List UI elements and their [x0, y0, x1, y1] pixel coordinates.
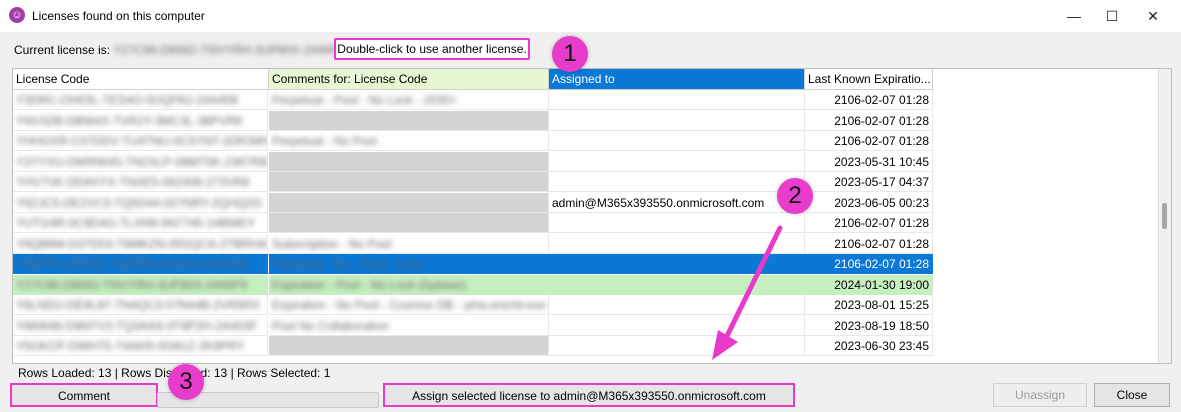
- annotation-arrow: [712, 225, 783, 360]
- step-badge-2: 2: [777, 178, 813, 214]
- step-badge-1: 1: [552, 36, 588, 72]
- step-badge-3: 3: [168, 364, 204, 400]
